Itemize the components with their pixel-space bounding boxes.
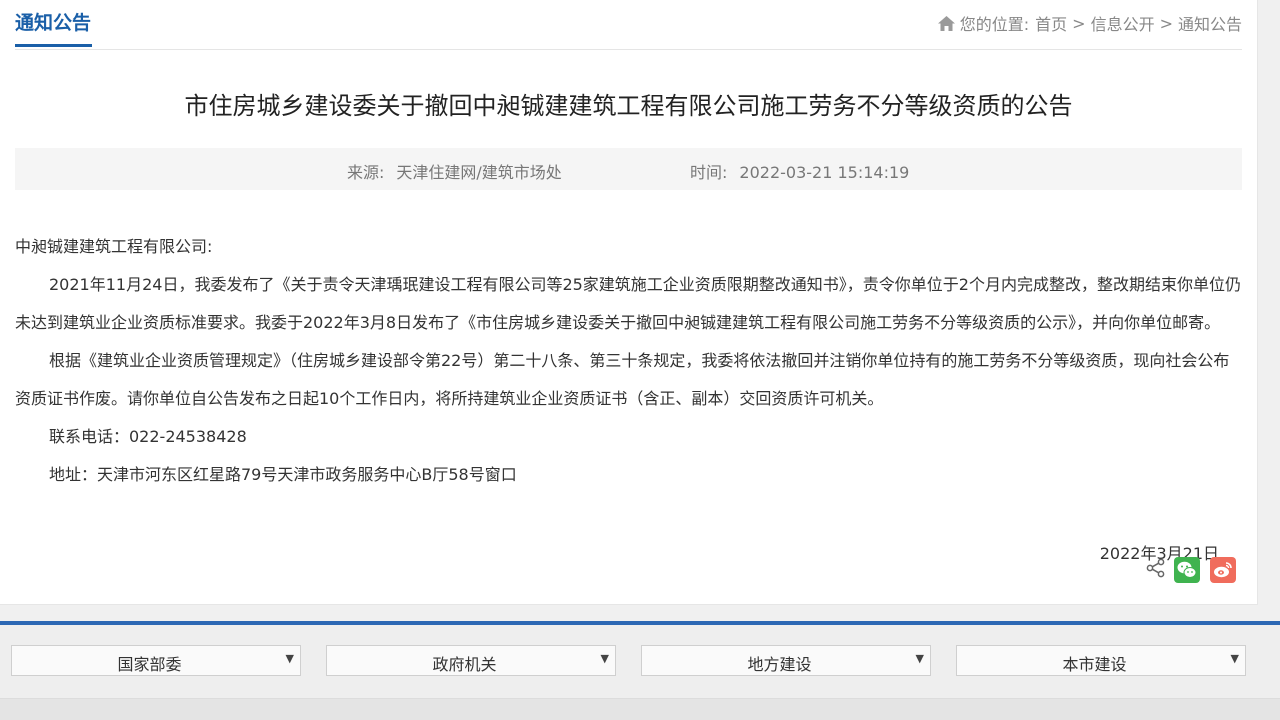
select-label: 国家部委 (117, 655, 182, 674)
chevron-down-icon: ▼ (1230, 652, 1239, 665)
time-label: 时间: (690, 163, 728, 182)
article-title: 市住房城乡建设委关于撤回中昶铖建建筑工程有限公司施工劳务不分等级资质的公告 (184, 92, 1073, 120)
link-select-local-construction[interactable]: 地方建设 ▼ (641, 645, 931, 676)
breadcrumb-info-link[interactable]: 信息公开 (1091, 11, 1155, 35)
source-value: 天津住建网/建筑市场处 (396, 163, 562, 182)
contact-address: 地址：天津市河东区红星路79号天津市政务服务中心B厅58号窗口 (49, 465, 517, 484)
breadcrumb-notice-link[interactable]: 通知公告 (1178, 11, 1242, 35)
footer-bottom-strip (0, 698, 1280, 720)
page-header: 通知公告 您的位置: 首页 > 信息公开 > 通知公告 (15, 0, 1242, 50)
wechat-icon[interactable] (1174, 557, 1200, 583)
share-icon[interactable] (1145, 557, 1167, 579)
link-select-city-construction[interactable]: 本市建设 ▼ (956, 645, 1246, 676)
time-value: 2022-03-21 15:14:19 (739, 163, 910, 182)
chevron-down-icon: ▼ (285, 652, 294, 665)
breadcrumb-separator: > (1159, 13, 1173, 33)
article-source: 来源: 天津住建网/建筑市场处 (347, 159, 562, 183)
contact-phone: 联系电话：022-24538428 (49, 427, 247, 446)
breadcrumb: 您的位置: 首页 > 信息公开 > 通知公告 (937, 11, 1242, 35)
paragraph: 2021年11月24日，我委发布了《关于责令天津瑀珉建设工程有限公司等25家建筑… (15, 275, 1241, 332)
chevron-down-icon: ▼ (600, 652, 609, 665)
home-icon (937, 15, 955, 31)
article-time: 时间: 2022-03-21 15:14:19 (690, 159, 909, 183)
breadcrumb-prefix: 您的位置: (959, 15, 1030, 34)
link-select-government-agencies[interactable]: 政府机关 ▼ (326, 645, 616, 676)
breadcrumb-separator: > (1072, 13, 1086, 33)
content-panel: 通知公告 您的位置: 首页 > 信息公开 > 通知公告 市住房城乡建设委关于撤回… (0, 0, 1258, 605)
select-label: 本市建设 (1062, 655, 1127, 674)
source-label: 来源: (347, 163, 385, 182)
weibo-icon[interactable] (1210, 557, 1236, 583)
article-body: 中昶铖建建筑工程有限公司: 2021年11月24日，我委发布了《关于责令天津瑀珉… (15, 228, 1242, 494)
footer: 国家部委 ▼ 政府机关 ▼ 地方建设 ▼ 本市建设 ▼ (0, 621, 1280, 720)
chevron-down-icon: ▼ (915, 652, 924, 665)
select-label: 地方建设 (747, 655, 812, 674)
salutation: 中昶铖建建筑工程有限公司: (15, 237, 213, 256)
select-label: 政府机关 (432, 655, 497, 674)
breadcrumb-home-link[interactable]: 首页 (1035, 11, 1067, 35)
article-meta-bar: 来源: 天津住建网/建筑市场处 时间: 2022-03-21 15:14:19 (15, 148, 1242, 190)
paragraph: 根据《建筑业企业资质管理规定》（住房城乡建设部令第22号）第二十八条、第三十条规… (15, 351, 1230, 408)
link-select-national-ministries[interactable]: 国家部委 ▼ (11, 645, 301, 676)
section-title: 通知公告 (15, 9, 93, 47)
